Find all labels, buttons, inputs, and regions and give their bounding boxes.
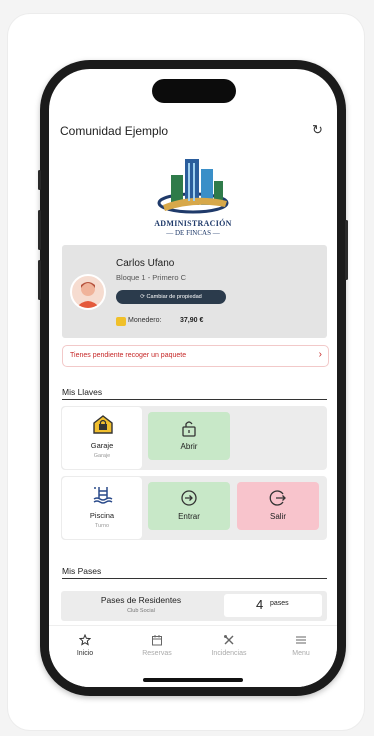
pass-name: Pases de Residentes [100,595,182,605]
side-button [38,170,41,190]
change-property-button[interactable]: ⟳ Cambiar de propiedad [116,290,226,304]
pass-count: 4 [256,597,264,612]
pass-subtitle: Club Social [127,608,155,614]
enter-label: Entrar [178,512,200,521]
wallet-amount: 37,90 € [180,317,204,324]
pool-icon [93,487,113,504]
user-avatar-icon [76,282,100,308]
side-button [38,260,41,300]
app-title: Comunidad Ejemplo [60,124,169,138]
logo-text: ADMINISTRACIÓN [154,219,232,228]
tab-incidencias[interactable]: Incidencias [193,634,265,657]
exit-button[interactable]: Salir [237,482,319,530]
pass-unit: pases [270,600,289,607]
key-subtitle: Garaje [93,453,111,459]
property-unit: Bloque 1 - Primero C [116,273,187,282]
avatar [70,274,106,310]
side-button [38,210,41,250]
tab-inicio[interactable]: Inicio [49,634,121,657]
key-name: Piscina [89,511,115,520]
app-screen: Comunidad Ejemplo ↻ ADMINISTRACIÓN — DE … [49,69,337,687]
chevron-right-icon: › [318,349,322,360]
key-subtitle: Turno [94,523,110,529]
menu-icon [296,636,306,644]
open-button[interactable]: Abrir [148,412,230,460]
tab-menu[interactable]: Menu [265,634,337,657]
unlock-icon [182,421,196,437]
enter-button[interactable]: Entrar [148,482,230,530]
pass-row[interactable]: Pases de Residentes Club Social 4 pases [61,591,327,621]
admin-logo: ADMINISTRACIÓN — DE FINCAS — [135,155,251,245]
logo-subtext: — DE FINCAS — [166,229,220,237]
tab-reservas[interactable]: Reservas [121,634,193,657]
calendar-icon [152,635,162,646]
key-name: Garaje [90,441,114,450]
open-label: Abrir [180,442,198,451]
tab-label: Reservas [142,650,172,657]
keys-section-title: Mis Llaves [62,387,103,397]
star-icon [79,634,91,646]
tab-label: Inicio [76,650,94,657]
buildings-logo-icon [157,159,229,214]
key-row-garaje: Garaje Garaje Abrir [61,406,327,470]
user-name: Carlos Ufano [116,258,175,269]
key-row-piscina: Piscina Turno Entrar Salir [61,476,327,540]
side-button [345,220,348,280]
wallet-icon [116,317,126,326]
change-property-label: Cambiar de propiedad [146,294,202,300]
wallet-label: Monedero: [128,317,162,324]
dynamic-island [152,79,236,103]
tools-icon [224,635,234,645]
enter-icon [181,490,197,506]
exit-icon [269,490,286,506]
exit-label: Salir [269,512,286,521]
phone-frame: Comunidad Ejemplo ↻ ADMINISTRACIÓN — DE … [38,60,348,696]
section-divider [62,399,327,400]
home-indicator[interactable] [143,678,243,682]
pass-count-box: 4 pases [224,594,322,617]
profile-card: Carlos Ufano Bloque 1 - Primero C ⟳ Camb… [62,245,327,338]
passes-section-title: Mis Pases [62,566,102,576]
tab-label: Incidencias [211,650,247,657]
garage-lock-icon [93,415,113,434]
package-alert[interactable]: Tienes pendiente recoger un paquete › [62,345,329,367]
tab-label: Menu [292,650,310,657]
refresh-icon[interactable]: ↻ [312,122,323,138]
key-info: Piscina Turno [62,477,142,539]
key-info: Garaje Garaje [62,407,142,469]
section-divider [62,578,327,579]
package-alert-text: Tienes pendiente recoger un paquete [70,352,187,359]
